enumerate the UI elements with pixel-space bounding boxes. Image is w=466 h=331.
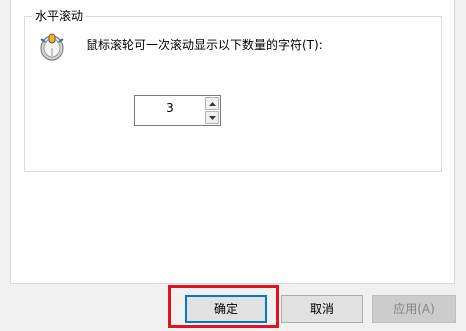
group-title: 水平滚动 — [32, 8, 87, 24]
scroll-characters-spinbox[interactable]: 3 — [134, 95, 221, 126]
scroll-characters-value[interactable]: 3 — [135, 96, 205, 125]
spin-down-button[interactable] — [205, 111, 219, 124]
ok-button[interactable]: 确定 — [185, 295, 267, 323]
scroll-characters-label: 鼠标滚轮可一次滚动显示以下数量的字符(T): — [86, 38, 323, 52]
cancel-button[interactable]: 取消 — [281, 295, 363, 323]
spin-up-button[interactable] — [205, 97, 219, 110]
spin-up-arrow-icon — [208, 101, 216, 106]
apply-button[interactable]: 应用(A) — [372, 295, 456, 323]
spin-down-arrow-icon — [208, 115, 216, 120]
mouse-wheel-icon — [36, 30, 68, 62]
